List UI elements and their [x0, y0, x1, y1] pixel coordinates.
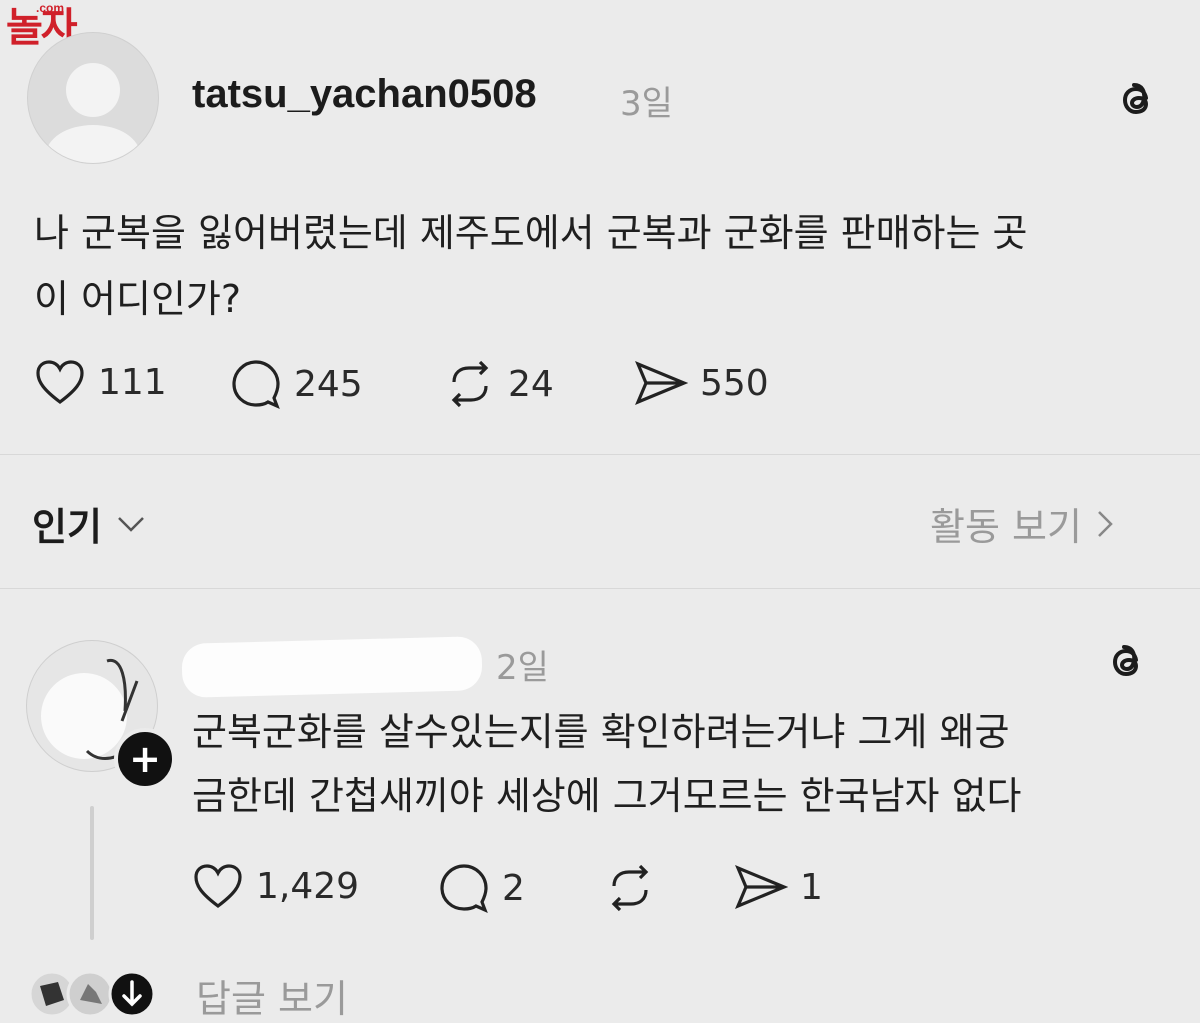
- repost-icon: [451, 360, 489, 408]
- author-avatar[interactable]: [27, 32, 159, 164]
- post-text-line: 이 어디인가?: [34, 277, 242, 321]
- divider: [0, 588, 1200, 589]
- post-body: 나 군복을 잃어버렸는데 제주도에서 군복과 군화를 판매하는 곳 이 어디인가…: [34, 200, 1174, 332]
- reply-share-button[interactable]: 1: [734, 862, 823, 912]
- reply-text-line: 금한데 간첩새끼야 세상에 그거모르는 한국남자 없다: [192, 774, 1022, 818]
- reply-body: 군복군화를 살수있는지를 확인하려는거냐 그게 왜궁 금한데 간첩새끼야 세상에…: [192, 700, 1152, 828]
- repost-icon: [611, 864, 649, 912]
- author-username[interactable]: tatsu_yachan0508: [192, 72, 537, 117]
- heart-icon: [194, 864, 242, 909]
- share-button[interactable]: 550: [634, 358, 769, 408]
- chevron-right-icon: [1098, 510, 1113, 537]
- like-button[interactable]: 111: [34, 358, 167, 406]
- repost-button[interactable]: 24: [444, 358, 554, 410]
- view-replies-link[interactable]: 답글 보기: [196, 968, 348, 1023]
- threads-logo-icon[interactable]: [1112, 76, 1160, 124]
- comment-bubble-icon: [232, 360, 280, 410]
- plus-icon: +: [129, 737, 161, 781]
- like-count: 111: [98, 361, 167, 403]
- reply-avatars-stack[interactable]: [28, 970, 158, 1018]
- post-time: 3일: [620, 84, 673, 124]
- reply-repost-button[interactable]: [604, 862, 668, 914]
- reply-like-count: 1,429: [256, 865, 360, 907]
- avatar-head-shape: [66, 63, 120, 117]
- comment-count: 245: [294, 363, 363, 405]
- follow-plus-button[interactable]: +: [114, 728, 176, 790]
- reply-like-button[interactable]: 1,429: [192, 862, 359, 910]
- reply-share-count: 1: [800, 866, 823, 908]
- post-text-line: 나 군복을 잃어버렸는데 제주도에서 군복과 군화를 판매하는 곳: [34, 211, 1028, 255]
- repost-count: 24: [508, 363, 554, 405]
- send-icon: [735, 865, 788, 909]
- send-icon: [635, 361, 688, 405]
- reply-comment-count: 2: [502, 867, 525, 909]
- reply-text-line: 군복군화를 살수있는지를 확인하려는거냐 그게 왜궁: [192, 710, 1010, 754]
- chevron-down-icon: [118, 516, 144, 532]
- threads-logo-icon[interactable]: [1102, 638, 1150, 686]
- reply-time: 2일: [496, 648, 549, 688]
- divider: [0, 454, 1200, 455]
- reply-comment-button[interactable]: 2: [438, 862, 525, 914]
- sort-label: 인기: [32, 505, 102, 549]
- view-activity-label: 활동 보기: [930, 505, 1082, 549]
- username-redaction: [181, 636, 483, 698]
- view-activity-link[interactable]: 활동 보기: [930, 496, 1114, 551]
- watermark-domain: .com: [36, 1, 65, 15]
- thread-connector-line: [90, 806, 94, 940]
- comment-bubble-icon: [440, 864, 488, 914]
- comment-button[interactable]: 245: [230, 358, 363, 410]
- sort-dropdown[interactable]: 인기: [32, 496, 146, 551]
- heart-icon: [36, 360, 84, 405]
- avatar-body-shape: [46, 125, 140, 163]
- share-count: 550: [700, 362, 769, 404]
